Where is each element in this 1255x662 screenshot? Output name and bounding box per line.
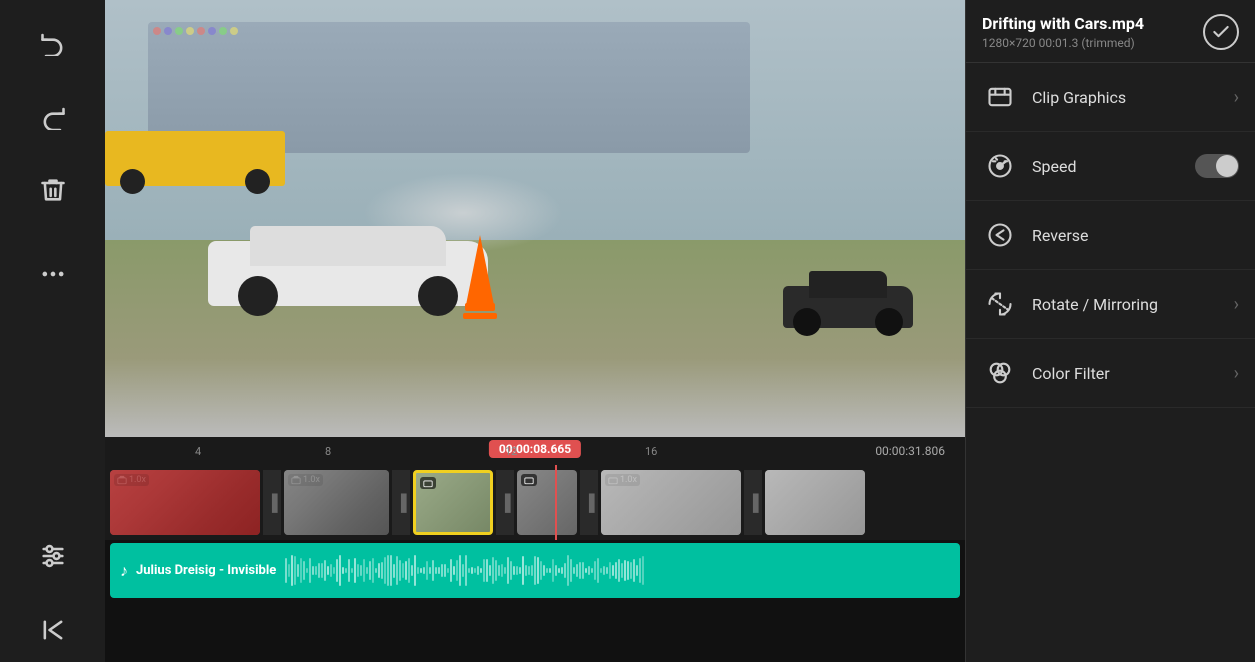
file-info-header: Drifting with Cars.mp4 1280×720 00:01.3 … xyxy=(966,0,1255,63)
audio-waveform xyxy=(284,553,950,588)
divider-3 xyxy=(496,470,514,535)
rotate-mirroring-chevron: › xyxy=(1234,294,1239,315)
menu-item-speed[interactable]: Speed xyxy=(966,132,1255,201)
crowd-area xyxy=(148,22,750,40)
file-info-text: Drifting with Cars.mp4 1280×720 00:01.3 … xyxy=(982,14,1144,50)
left-toolbar xyxy=(0,0,105,662)
dark-car xyxy=(783,268,913,328)
video-preview xyxy=(105,0,965,437)
traffic-cone xyxy=(466,235,497,319)
clip-4[interactable] xyxy=(517,470,577,535)
divider-1 xyxy=(263,470,281,535)
clip-3-icon xyxy=(420,477,436,489)
speed-toggle[interactable] xyxy=(1195,154,1239,178)
clip-3-active[interactable] xyxy=(413,470,493,535)
ruler-mark-16: 16 xyxy=(645,445,657,458)
undo-button[interactable] xyxy=(31,20,75,64)
ruler-mark-4: 4 xyxy=(195,445,201,458)
clip-2[interactable]: 1.0x xyxy=(284,470,389,535)
speed-icon xyxy=(982,148,1018,184)
menu-item-reverse[interactable]: Reverse xyxy=(966,201,1255,270)
current-timecode: 00:00:08.665 xyxy=(489,440,581,458)
clip-4-icon xyxy=(521,474,537,486)
ruler-mark-12: 12 xyxy=(505,445,517,458)
audio-track[interactable]: ♪ Julius Dreisig - Invisible xyxy=(110,543,960,598)
divider-2 xyxy=(392,470,410,535)
clip-6[interactable] xyxy=(765,470,865,535)
clip-1[interactable]: 1.0x xyxy=(110,470,260,535)
reverse-icon xyxy=(982,217,1018,253)
confirm-button[interactable] xyxy=(1203,14,1239,50)
back-to-start-button[interactable] xyxy=(31,608,75,652)
playhead xyxy=(555,465,557,540)
redo-button[interactable] xyxy=(31,94,75,138)
video-frame xyxy=(105,0,965,437)
end-timecode: 00:00:31.806 xyxy=(875,444,945,458)
divider-4 xyxy=(580,470,598,535)
clip-graphics-icon xyxy=(982,79,1018,115)
clip-graphics-chevron: › xyxy=(1234,87,1239,108)
white-car xyxy=(208,206,488,306)
file-name: Drifting with Cars.mp4 xyxy=(982,14,1144,33)
adjust-button[interactable] xyxy=(31,534,75,578)
clips-track: 1.0x 1.0x xyxy=(105,465,965,540)
right-panel: Drifting with Cars.mp4 1280×720 00:01.3 … xyxy=(965,0,1255,662)
school-bus xyxy=(105,131,285,186)
more-button[interactable] xyxy=(31,252,75,296)
ruler-mark-8: 8 xyxy=(325,445,331,458)
ruler-marks: 4 8 00:00:08.665 12 16 00:00:31.806 xyxy=(115,437,955,465)
clip-5[interactable]: 1.0x xyxy=(601,470,741,535)
rotate-mirroring-label: Rotate / Mirroring xyxy=(1032,295,1220,314)
file-meta: 1280×720 00:01.3 (trimmed) xyxy=(982,36,1144,50)
divider-5 xyxy=(744,470,762,535)
main-content: 4 8 00:00:08.665 12 16 00:00:31.806 1.0x xyxy=(105,0,965,662)
music-icon: ♪ xyxy=(120,561,128,581)
rotate-mirroring-icon xyxy=(982,286,1018,322)
audio-title: Julius Dreisig - Invisible xyxy=(136,563,276,578)
menu-item-rotate-mirroring[interactable]: Rotate / Mirroring › xyxy=(966,270,1255,339)
color-filter-label: Color Filter xyxy=(1032,364,1220,383)
reverse-label: Reverse xyxy=(1032,226,1239,245)
clip-graphics-label: Clip Graphics xyxy=(1032,88,1220,107)
speed-label: Speed xyxy=(1032,157,1181,176)
menu-item-color-filter[interactable]: Color Filter › xyxy=(966,339,1255,408)
timeline-area: 4 8 00:00:08.665 12 16 00:00:31.806 1.0x xyxy=(105,437,965,662)
timeline-ruler: 4 8 00:00:08.665 12 16 00:00:31.806 xyxy=(105,437,965,465)
speed-toggle-knob xyxy=(1216,155,1238,177)
menu-list: Clip Graphics › Speed xyxy=(966,63,1255,408)
color-filter-icon xyxy=(982,355,1018,391)
color-filter-chevron: › xyxy=(1234,363,1239,384)
menu-item-clip-graphics[interactable]: Clip Graphics › xyxy=(966,63,1255,132)
delete-button[interactable] xyxy=(31,168,75,212)
